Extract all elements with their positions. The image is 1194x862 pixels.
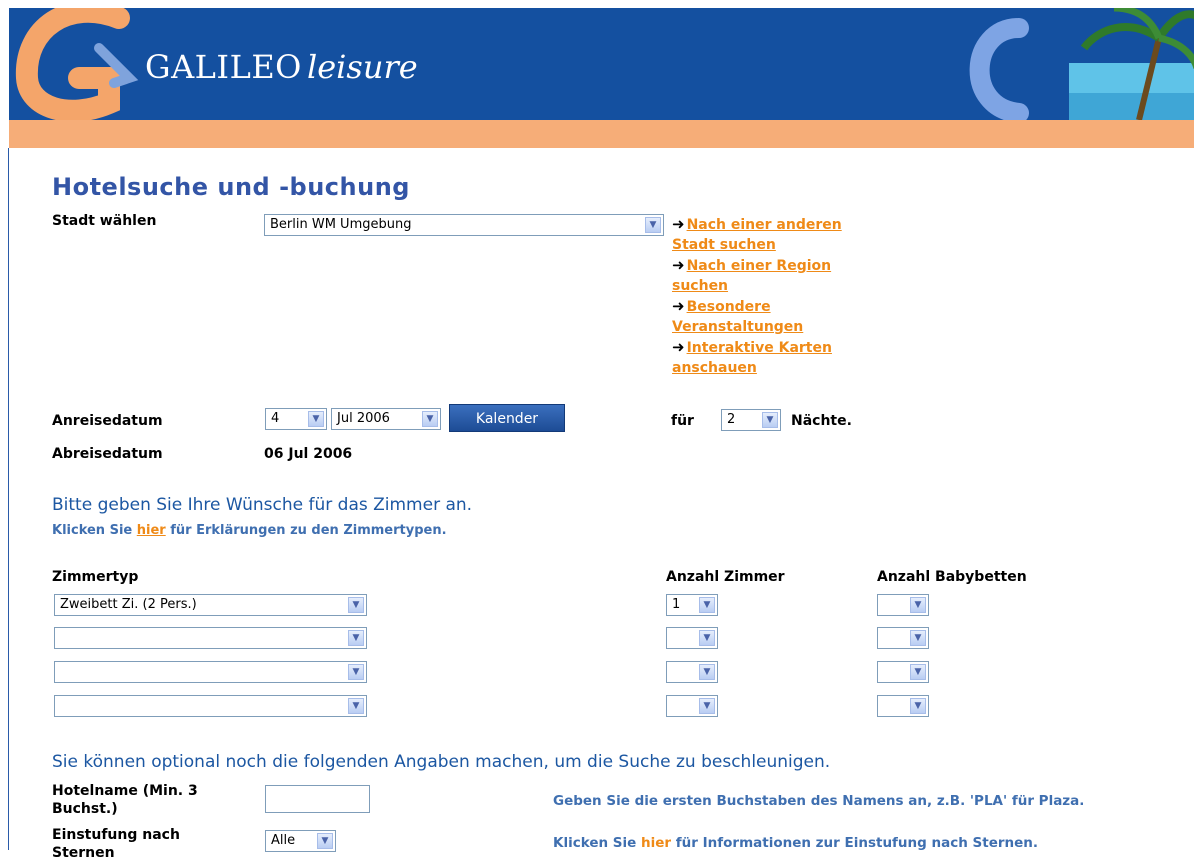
chevron-down-icon: ▼ — [348, 630, 364, 646]
stars-hint: Klicken Sie hier für Informationen zur E… — [553, 835, 1038, 851]
stars-hint-suffix: für Informationen zur Einstufung nach St… — [675, 835, 1039, 851]
arrow-right-icon: ➜ — [672, 297, 685, 315]
col-cots: Anzahl Babybetten — [877, 569, 1027, 585]
chevron-down-icon: ▼ — [762, 412, 778, 428]
chevron-down-icon: ▼ — [645, 217, 661, 233]
logo: GALILEO leisure — [145, 48, 418, 86]
link-events[interactable]: ➜ Besondere Veranstaltungen — [672, 296, 902, 337]
arrow-right-icon: ➜ — [672, 256, 685, 274]
cots-select[interactable]: ▼ — [877, 661, 929, 683]
hotelname-label-line1: Hotelname (Min. 3 — [52, 783, 198, 799]
for-label: für — [671, 413, 694, 429]
room-count-select[interactable]: ▼ — [666, 661, 718, 683]
cots-select[interactable]: ▼ — [877, 627, 929, 649]
hotelname-label-line2: Buchst.) — [52, 801, 118, 817]
arrival-month-value: Jul 2006 — [337, 411, 390, 426]
city-label: Stadt wählen — [52, 213, 157, 229]
chevron-down-icon: ▼ — [910, 664, 926, 680]
arrow-right-icon: ➜ — [672, 215, 685, 233]
nights-value: 2 — [727, 412, 736, 427]
link-other-city[interactable]: ➜ Nach einer anderen Stadt suchen — [672, 214, 902, 255]
room-type-select[interactable]: Zweibett Zi. (2 Pers.) ▼ — [54, 594, 367, 616]
chevron-down-icon: ▼ — [910, 698, 926, 714]
room-type-value: Zweibett Zi. (2 Pers.) — [60, 597, 197, 612]
arrival-label: Anreisedatum — [52, 413, 163, 429]
chevron-down-icon: ▼ — [422, 411, 438, 427]
cots-select[interactable]: ▼ — [877, 594, 929, 616]
arrival-day-value: 4 — [271, 411, 280, 426]
header-banner: GALILEO leisure — [9, 8, 1194, 120]
chevron-down-icon: ▼ — [699, 630, 715, 646]
chevron-down-icon: ▼ — [910, 630, 926, 646]
page-title: Hotelsuche und -buchung — [52, 173, 410, 201]
city-links: ➜ Nach einer anderen Stadt suchen ➜ Nach e… — [672, 214, 902, 378]
rooms-help-suffix: für Erklärungen zu den Zimmertypen. — [170, 523, 447, 538]
nights-label: Nächte. — [791, 413, 852, 429]
stars-select[interactable]: Alle ▼ — [265, 830, 336, 852]
link-maps[interactable]: ➜ Interaktive Karten anschauen — [672, 337, 902, 378]
departure-label: Abreisedatum — [52, 446, 163, 462]
stars-label-line1: Einstufung nach — [52, 827, 180, 843]
rooms-heading: Bitte geben Sie Ihre Wünsche für das Zim… — [52, 495, 473, 515]
room-type-select[interactable]: ▼ — [54, 627, 367, 649]
chevron-down-icon: ▼ — [348, 664, 364, 680]
chevron-down-icon: ▼ — [699, 597, 715, 613]
chevron-down-icon: ▼ — [910, 597, 926, 613]
room-type-select[interactable]: ▼ — [54, 661, 367, 683]
cots-select[interactable]: ▼ — [877, 695, 929, 717]
hotelname-input[interactable] — [265, 785, 370, 813]
hotelname-label: Hotelname (Min. 3 Buchst.) — [52, 782, 198, 818]
chevron-down-icon: ▼ — [348, 698, 364, 714]
logo-script: leisure — [307, 48, 418, 86]
logo-main: GALILEO — [145, 48, 302, 86]
stars-hint-link[interactable]: hier — [641, 835, 671, 851]
room-count-select[interactable]: ▼ — [666, 695, 718, 717]
stars-hint-prefix: Klicken Sie — [553, 835, 637, 851]
chevron-down-icon: ▼ — [308, 411, 324, 427]
arrow-right-icon: ➜ — [672, 338, 685, 356]
room-type-select[interactable]: ▼ — [54, 695, 367, 717]
stars-value: Alle — [271, 833, 296, 848]
arrival-day-select[interactable]: 4 ▼ — [265, 408, 327, 430]
rooms-help-prefix: Klicken Sie — [52, 523, 133, 538]
room-count-value: 1 — [672, 597, 681, 612]
hotelname-hint: Geben Sie die ersten Buchstaben des Name… — [553, 793, 1085, 809]
rooms-help-link[interactable]: hier — [137, 523, 166, 538]
city-select-value: Berlin WM Umgebung — [270, 217, 412, 232]
g-swirl-icon — [15, 8, 130, 120]
col-room-count: Anzahl Zimmer — [666, 569, 785, 585]
link-region[interactable]: ➜ Nach einer Region suchen — [672, 255, 902, 296]
room-count-select[interactable]: 1 ▼ — [666, 594, 718, 616]
chevron-down-icon: ▼ — [348, 597, 364, 613]
arrival-month-select[interactable]: Jul 2006 ▼ — [331, 408, 441, 430]
departure-value: 06 Jul 2006 — [264, 446, 353, 462]
orange-divider-bar — [9, 120, 1194, 148]
optional-heading: Sie können optional noch die folgenden A… — [52, 752, 831, 772]
left-border — [8, 148, 9, 850]
calendar-button[interactable]: Kalender — [449, 404, 565, 432]
rooms-help: Klicken Sie hier für Erklärungen zu den … — [52, 523, 447, 538]
chevron-down-icon: ▼ — [699, 698, 715, 714]
nights-select[interactable]: 2 ▼ — [721, 409, 781, 431]
city-select[interactable]: Berlin WM Umgebung ▼ — [264, 214, 664, 236]
stars-label: Einstufung nach Sternen — [52, 826, 180, 862]
stars-label-line2: Sternen — [52, 845, 115, 861]
col-room-type: Zimmertyp — [52, 569, 139, 585]
room-count-select[interactable]: ▼ — [666, 627, 718, 649]
chevron-down-icon: ▼ — [317, 833, 333, 849]
chevron-down-icon: ▼ — [699, 664, 715, 680]
